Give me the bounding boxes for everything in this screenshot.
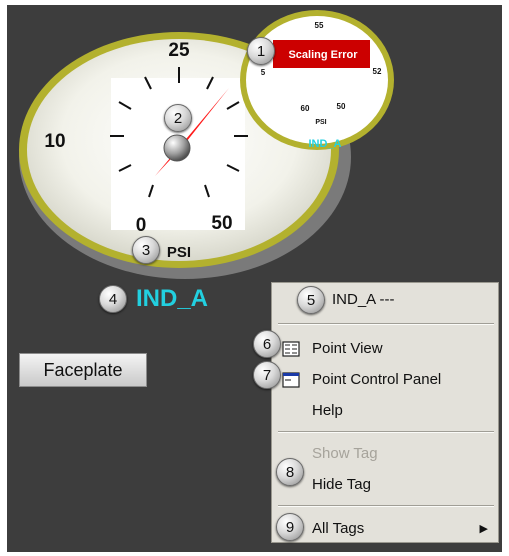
callout-badge: 4 bbox=[99, 285, 127, 313]
faceplate-button[interactable]: Faceplate bbox=[19, 353, 147, 387]
callout-badge: 9 bbox=[276, 513, 304, 541]
point-view-icon bbox=[282, 341, 300, 357]
point-control-panel-icon bbox=[282, 372, 300, 388]
menu-item-point-control-panel[interactable]: Point Control Panel bbox=[312, 369, 441, 391]
gauge-tick-label: 10 bbox=[44, 131, 65, 152]
inset-tick-label: 60 bbox=[301, 104, 310, 113]
gauge-tick-label: 50 bbox=[211, 213, 232, 234]
menu-separator bbox=[278, 505, 494, 507]
menu-separator bbox=[278, 323, 494, 325]
gauge-tick-label: 0 bbox=[136, 215, 147, 236]
callout-badge: 7 bbox=[253, 361, 281, 389]
inset-unit-label: PSI bbox=[315, 119, 326, 126]
inset-tick-label: 52 bbox=[373, 67, 382, 76]
gauge-hub bbox=[163, 134, 191, 162]
menu-header: IND_A --- bbox=[332, 291, 395, 308]
context-menu: IND_A --- Point View Point Control Panel… bbox=[271, 282, 499, 543]
inset-tick-label-partial: 5 bbox=[261, 68, 266, 77]
inset-tick-label: 50 bbox=[337, 102, 346, 111]
inset-tick-label: 55 bbox=[315, 21, 324, 30]
graphic-display: 25 10 40 0 50 PSI 55 Scaling Error 5 52 … bbox=[7, 5, 502, 552]
menu-item-help[interactable]: Help bbox=[312, 400, 343, 422]
callout-badge: 6 bbox=[253, 330, 281, 358]
menu-separator bbox=[278, 431, 494, 433]
callout-badge: 8 bbox=[276, 458, 304, 486]
gauge-tick-label: 25 bbox=[168, 40, 190, 61]
menu-item-hide-tag[interactable]: Hide Tag bbox=[312, 474, 371, 496]
scaling-error-text: Scaling Error bbox=[288, 49, 358, 61]
gauge-unit-label: PSI bbox=[167, 244, 191, 261]
zoom-inset-gauge[interactable]: 55 Scaling Error 5 52 60 50 PSI IND_A bbox=[240, 10, 394, 150]
tag-name-label[interactable]: IND_A bbox=[136, 285, 208, 313]
inset-tag-label: IND_A bbox=[308, 138, 341, 150]
menu-item-all-tags[interactable]: All Tags bbox=[312, 518, 364, 540]
callout-badge: 5 bbox=[297, 286, 325, 314]
callout-badge: 1 bbox=[247, 37, 275, 65]
menu-item-point-view[interactable]: Point View bbox=[312, 338, 383, 360]
callout-badge: 3 bbox=[132, 236, 160, 264]
submenu-arrow-icon: ▶ bbox=[479, 523, 488, 535]
menu-item-show-tag: Show Tag bbox=[312, 445, 378, 462]
callout-badge: 2 bbox=[164, 104, 192, 132]
